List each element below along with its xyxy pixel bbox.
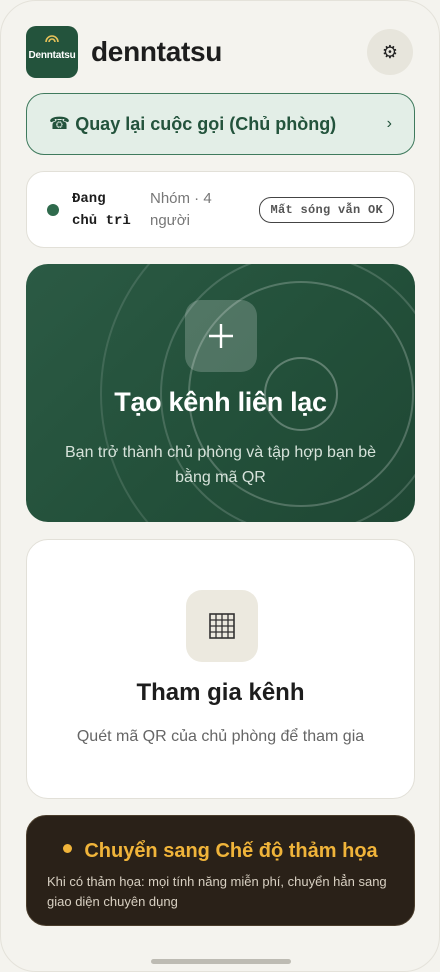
group-count-line2: người bbox=[150, 211, 190, 229]
return-to-call-button[interactable]: ☎ Quay lại cuộc gọi (Chủ phòng) › bbox=[26, 93, 415, 155]
app-logo: Denntatsu bbox=[26, 26, 78, 78]
app-title: denntatsu bbox=[91, 36, 223, 67]
header: Denntatsu denntatsu ⚙ bbox=[26, 26, 413, 78]
logo-text: Denntatsu bbox=[28, 49, 76, 61]
qr-grid-icon bbox=[209, 613, 235, 639]
create-channel-title: Tạo kênh liên lạc bbox=[114, 387, 327, 417]
group-count-line1: Nhóm · 4 bbox=[150, 189, 212, 207]
host-status-line2: chủ trì bbox=[72, 212, 131, 229]
host-status-line1: Đang bbox=[72, 190, 106, 207]
disaster-mode-button[interactable]: Chuyển sang Chế độ thảm họa Khi có thảm … bbox=[26, 815, 415, 926]
create-channel-subtitle: Bạn trở thành chủ phòng và tập hợp bạn b… bbox=[65, 444, 376, 486]
qr-icon-box bbox=[186, 590, 258, 662]
status-card: Đang chủ trì Nhóm · 4 người Mất sóng vẫn… bbox=[26, 171, 415, 248]
disaster-mode-subtitle: Khi có thảm họa: mọi tính năng miễn phí,… bbox=[47, 874, 387, 909]
offline-ok-badge: Mất sóng vẫn OK bbox=[259, 196, 394, 223]
plus-icon-box bbox=[185, 300, 257, 372]
app-screen: Denntatsu denntatsu ⚙ ☎ Quay lại cuộc gọ… bbox=[0, 0, 440, 972]
plus-icon bbox=[209, 324, 233, 348]
join-channel-card[interactable]: Tham gia kênh Quét mã QR của chủ phòng đ… bbox=[26, 539, 415, 799]
settings-button[interactable]: ⚙ bbox=[367, 29, 413, 75]
status-dot bbox=[47, 203, 59, 216]
phone-icon: ☎ bbox=[49, 114, 71, 133]
disaster-mode-title: Chuyển sang Chế độ thảm họa bbox=[84, 840, 378, 862]
bullet-dot-icon bbox=[63, 844, 73, 854]
chevron-right-icon: › bbox=[386, 115, 392, 132]
signal-waves-icon bbox=[45, 35, 59, 43]
group-count: Nhóm · 4 người bbox=[150, 188, 232, 232]
gear-icon: ⚙ bbox=[381, 41, 399, 62]
disaster-mode-title-row: Chuyển sang Chế độ thảm họa bbox=[27, 840, 414, 863]
create-channel-card[interactable]: Tạo kênh liên lạc Bạn trở thành chủ phòn… bbox=[26, 264, 415, 522]
join-channel-subtitle: Quét mã QR của chủ phòng để tham gia bbox=[76, 728, 365, 745]
host-status: Đang chủ trì bbox=[72, 188, 140, 232]
return-call-label: Quay lại cuộc gọi (Chủ phòng) bbox=[75, 113, 337, 134]
home-indicator[interactable] bbox=[151, 959, 291, 964]
join-channel-title: Tham gia kênh bbox=[136, 679, 305, 706]
